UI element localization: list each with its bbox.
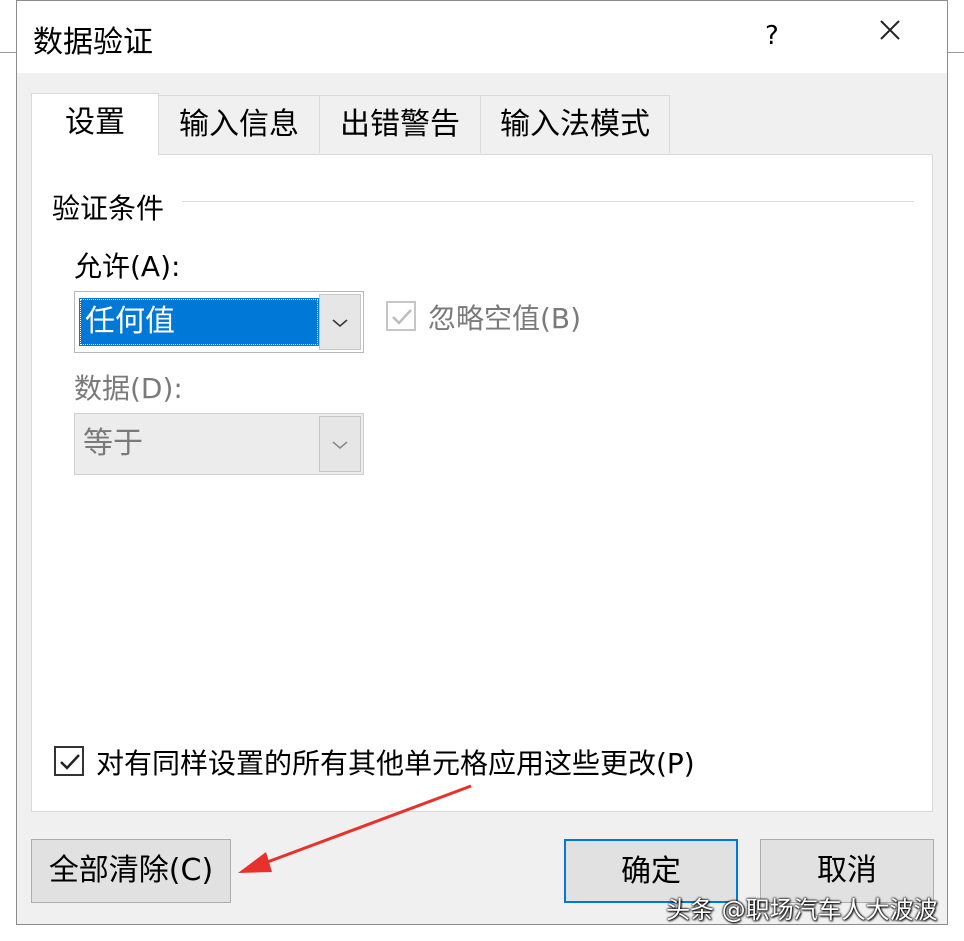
watermark-text: 头条 @职场汽车人大波波	[666, 896, 938, 924]
tab-settings[interactable]: 设置	[31, 93, 159, 155]
